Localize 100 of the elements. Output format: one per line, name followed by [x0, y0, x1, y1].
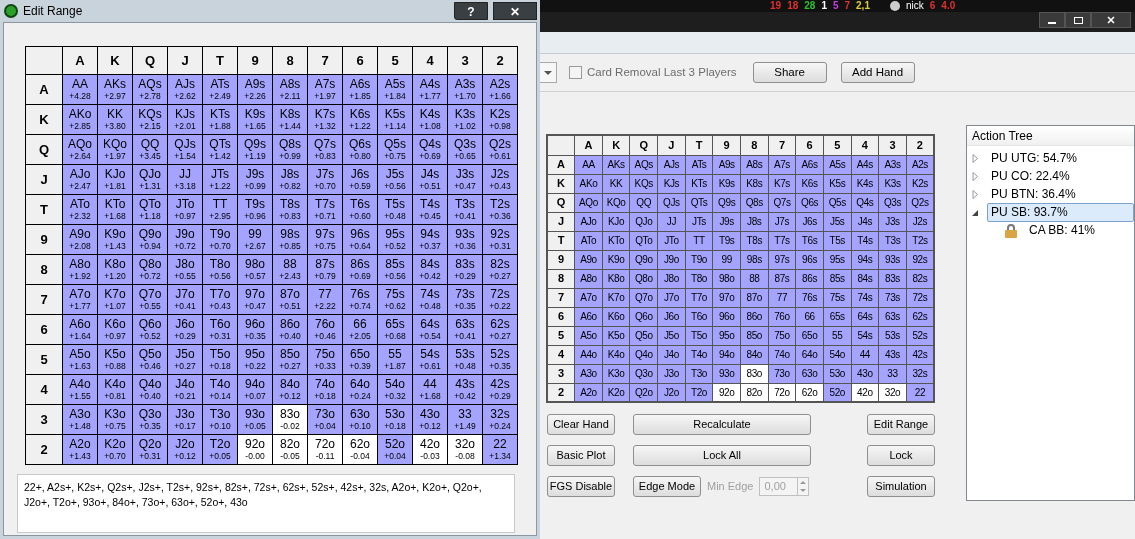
row-header: 3 [25, 404, 63, 435]
tree-item[interactable]: PU BTN: 36.4% [987, 185, 1080, 204]
ev-value: +1.85 [349, 91, 371, 101]
hand-label: QJs [174, 138, 196, 151]
hand-label: T2o [209, 438, 231, 451]
column-header: 7 [768, 135, 796, 155]
ev-value: +1.97 [314, 91, 336, 101]
close-button[interactable]: ✕ [493, 2, 537, 20]
hand-label: 84o [280, 378, 300, 391]
ev-value: +0.82 [279, 181, 301, 191]
hand-label: Q6o [138, 318, 162, 331]
maximize-icon[interactable] [1065, 12, 1091, 28]
row-header: K [547, 174, 575, 193]
ev-value: +1.19 [244, 151, 266, 161]
hand-label: 94s [420, 228, 440, 241]
range-text-field[interactable]: 22+, A2s+, K2s+, Q2s+, J2s+, T2s+, 92s+, 82s+, 72s+, 62s+, 52s+, 42s+, 32s, A2o+, K2o+, Q2o+, J2o+, T2o+, 93o+, 84o+, 73o+, 63o+, 52o+, 43o [17, 474, 515, 533]
ev-value: +2.05 [349, 331, 371, 341]
recalculate-button[interactable]: Recalculate [633, 414, 811, 435]
hand-label: J7o [175, 288, 195, 301]
hand-label: A5s [384, 78, 406, 91]
ev-value: +1.14 [384, 121, 406, 131]
close-icon[interactable] [1091, 12, 1131, 28]
ev-value: +0.60 [349, 211, 371, 221]
hand-label: T5s [385, 198, 405, 211]
tree-item[interactable]: PU SB: 93.7% [987, 203, 1134, 222]
hand-label: Q7s [314, 138, 336, 151]
row-header: 6 [547, 307, 575, 326]
collapse-icon[interactable] [971, 208, 979, 217]
hand-label: K5s [384, 108, 406, 121]
tree-item[interactable]: PU CO: 22.4% [987, 167, 1074, 186]
stat-value: 1 [821, 1, 827, 11]
ev-value: +0.37 [419, 241, 441, 251]
ev-value: +1.88 [209, 121, 231, 131]
edit-range-button[interactable]: Edit Range [867, 414, 935, 435]
ev-value: -0.00 [245, 451, 265, 461]
ev-value: +0.94 [139, 241, 161, 251]
row-header: 3 [547, 364, 575, 383]
minimize-icon[interactable] [1039, 12, 1065, 28]
column-header: 2 [906, 135, 934, 155]
clear-hand-button[interactable]: Clear Hand [547, 414, 615, 435]
hand-label: QJo [139, 168, 161, 181]
hand-label: 32o [455, 438, 475, 451]
lock-all-button[interactable]: Lock All [633, 445, 811, 466]
hand-label: T4s [420, 198, 440, 211]
tree-item[interactable]: PU UTG: 54.7% [987, 149, 1082, 168]
help-button[interactable]: ? [454, 2, 488, 20]
ev-value: +1.07 [104, 301, 126, 311]
fgs-disable-button[interactable]: FGS Disable [547, 476, 615, 497]
ev-value: +0.33 [314, 361, 336, 371]
hand-label: QQ [140, 138, 160, 151]
dropdown[interactable] [540, 62, 557, 83]
stat-value: 5 [832, 1, 839, 11]
simulation-button[interactable]: Simulation [867, 476, 935, 497]
ev-value: +0.54 [419, 331, 441, 341]
ev-value: +0.48 [419, 301, 441, 311]
ev-value: +1.43 [104, 241, 126, 251]
ev-value: +1.20 [104, 271, 126, 281]
ev-value: +0.56 [209, 271, 231, 281]
ev-value: +0.07 [244, 391, 266, 401]
ev-value: +0.56 [384, 181, 406, 191]
hand-label: Q9s [244, 138, 266, 151]
basic-plot-button[interactable]: Basic Plot [547, 445, 615, 466]
hand-label: K9s [244, 108, 266, 121]
card-removal-checkbox[interactable]: Card Removal Last 3 Players [569, 63, 737, 82]
stat-value: 7 [844, 1, 851, 11]
ev-value: +0.62 [384, 301, 406, 311]
add-hand-button[interactable]: Add Hand [840, 62, 915, 83]
ev-value: +1.87 [384, 361, 406, 371]
ev-value: +0.39 [349, 361, 371, 371]
tree-item[interactable]: CA BB: 41% [1025, 221, 1100, 240]
edge-mode-button[interactable]: Edge Mode [633, 476, 701, 497]
hand-label: 53s [455, 348, 475, 361]
ev-value: +0.46 [314, 331, 336, 341]
ev-value: +0.40 [279, 331, 301, 341]
hand-label: A2o [69, 438, 91, 451]
hand-label: A9o [69, 228, 91, 241]
hand-label: T9s [245, 198, 265, 211]
row-header: 7 [25, 284, 63, 315]
hand-label: 74s [420, 288, 440, 301]
hand-label: 65s [385, 318, 405, 331]
ev-value: +0.31 [489, 241, 511, 251]
lock-button[interactable]: Lock [867, 445, 935, 466]
ev-value: +0.18 [314, 391, 336, 401]
hand-label: T7o [209, 288, 231, 301]
ev-value: +0.46 [139, 361, 161, 371]
ev-value: +0.55 [139, 301, 161, 311]
hand-label: K6o [104, 318, 126, 331]
ev-value: +0.05 [244, 421, 266, 431]
row-header: 5 [547, 326, 575, 345]
hand-label: Q2s [489, 138, 511, 151]
hand-label: QTo [139, 198, 161, 211]
ev-value: +1.49 [454, 421, 476, 431]
share-button[interactable]: Share [752, 62, 827, 83]
ev-value: +0.98 [489, 121, 511, 131]
row-header: A [547, 155, 575, 174]
hand-label: J2s [490, 168, 510, 181]
hand-label: 98o [245, 258, 265, 271]
column-header: 9 [712, 135, 741, 155]
ev-value: +0.31 [209, 331, 231, 341]
ev-value: +0.55 [174, 271, 196, 281]
